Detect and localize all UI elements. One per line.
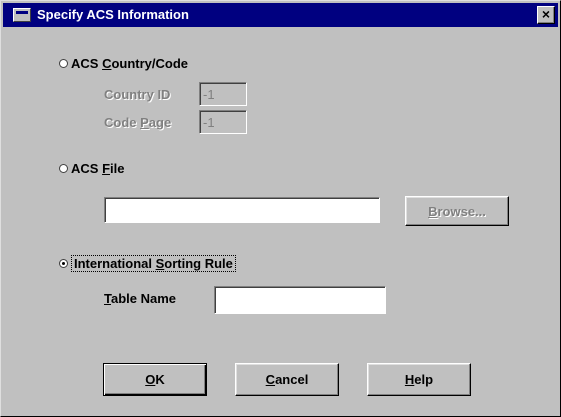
code-page-field[interactable] <box>199 110 247 134</box>
ok-button[interactable]: OK <box>103 363 207 396</box>
radio-button-icon <box>59 59 68 68</box>
close-icon: × <box>541 6 551 22</box>
radio-acs-country-code-label: ACS Country/Code <box>71 56 189 71</box>
table-name-input[interactable] <box>214 286 386 314</box>
radio-acs-country-code[interactable]: ACS Country/Code <box>59 56 188 71</box>
radio-button-icon <box>59 164 68 173</box>
window-icon <box>13 8 31 22</box>
browse-button[interactable]: Browse... <box>405 196 509 226</box>
country-id-label: Country ID <box>104 87 171 102</box>
cancel-button-label: Cancel <box>265 372 309 387</box>
radio-international-sorting-rule[interactable]: International Sorting Rule <box>59 255 236 272</box>
code-page-label: Code Page <box>104 115 172 130</box>
browse-button-label: Browse... <box>428 203 486 219</box>
radio-international-sorting-rule-label: International Sorting Rule <box>71 255 236 272</box>
radio-acs-file[interactable]: ACS File <box>59 161 124 176</box>
window-title: Specify ACS Information <box>37 7 189 22</box>
cancel-button[interactable]: Cancel <box>235 363 339 396</box>
close-button[interactable]: × <box>537 6 555 24</box>
radio-acs-file-label: ACS File <box>71 161 125 176</box>
radio-button-selected-icon <box>59 259 68 268</box>
table-name-label: Table Name <box>104 291 177 306</box>
specify-acs-dialog: Specify ACS Information × ACS Country/Co… <box>0 0 561 417</box>
ok-button-label: OK <box>145 372 165 387</box>
help-button-label: Help <box>404 372 434 387</box>
country-id-field[interactable] <box>199 82 247 106</box>
help-button[interactable]: Help <box>367 363 471 396</box>
acs-file-path-input[interactable] <box>104 197 380 223</box>
title-bar[interactable]: Specify ACS Information × <box>3 3 558 27</box>
